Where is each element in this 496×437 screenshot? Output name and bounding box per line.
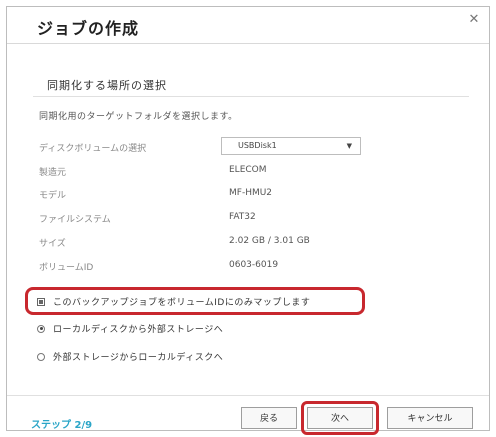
size-row: サイズ 2.02 GB / 3.01 GB bbox=[7, 236, 491, 254]
map-volume-id-checkbox[interactable]: このバックアップジョブをボリュームIDにのみマップします bbox=[37, 295, 310, 308]
size-label: サイズ bbox=[39, 239, 66, 249]
disk-volume-select[interactable]: USBDisk1 ▼ bbox=[221, 137, 361, 155]
chevron-down-icon: ▼ bbox=[346, 142, 352, 150]
create-job-dialog: ジョブの作成 ✕ 同期化する場所の選択 同期化用のターゲットフォルダを選択します… bbox=[6, 6, 491, 435]
radio-selected-icon[interactable] bbox=[37, 324, 45, 333]
dialog-titlebar: ジョブの作成 ✕ bbox=[7, 7, 489, 44]
next-button-highlight bbox=[301, 401, 379, 435]
model-label: モデル bbox=[39, 191, 67, 201]
radio-unselected-icon[interactable] bbox=[37, 352, 45, 361]
volume-id-value: 0603-6019 bbox=[229, 260, 279, 270]
size-value: 2.02 GB / 3.01 GB bbox=[229, 236, 310, 246]
radio2-label: 外部ストレージからローカルディスクへ bbox=[53, 353, 224, 363]
manufacturer-value: ELECOM bbox=[229, 165, 267, 175]
disk-volume-row: ディスクボリュームの選択 USBDisk1 ▼ bbox=[7, 137, 491, 159]
volume-id-row: ボリュームID 0603-6019 bbox=[7, 260, 491, 278]
volume-id-label: ボリュームID bbox=[39, 263, 94, 273]
radio-external-to-local[interactable]: 外部ストレージからローカルディスクへ bbox=[37, 350, 223, 363]
footer-divider bbox=[7, 395, 489, 396]
dialog-title: ジョブの作成 bbox=[37, 19, 140, 38]
back-button[interactable]: 戻る bbox=[241, 407, 297, 429]
filesystem-label: ファイルシステム bbox=[39, 215, 111, 225]
section-divider bbox=[33, 96, 469, 97]
close-icon[interactable]: ✕ bbox=[467, 13, 481, 27]
disk-volume-label: ディスクボリュームの選択 bbox=[39, 144, 147, 154]
step-indicator: ステップ 2/9 bbox=[31, 420, 93, 431]
checkbox-label: このバックアップジョブをボリュームIDにのみマップします bbox=[53, 298, 311, 308]
filesystem-row: ファイルシステム FAT32 bbox=[7, 212, 491, 230]
section-title: 同期化する場所の選択 bbox=[47, 79, 167, 92]
model-row: モデル MF-HMU2 bbox=[7, 188, 491, 206]
manufacturer-row: 製造元 ELECOM bbox=[7, 165, 491, 183]
filesystem-value: FAT32 bbox=[229, 212, 256, 222]
manufacturer-label: 製造元 bbox=[39, 168, 67, 178]
radio-local-to-external[interactable]: ローカルディスクから外部ストレージへ bbox=[37, 322, 223, 335]
model-value: MF-HMU2 bbox=[229, 188, 273, 198]
disk-volume-value: USBDisk1 bbox=[238, 141, 277, 150]
radio1-label: ローカルディスクから外部ストレージへ bbox=[53, 325, 224, 335]
description-text: 同期化用のターゲットフォルダを選択します。 bbox=[39, 112, 238, 122]
cancel-button[interactable]: キャンセル bbox=[387, 407, 473, 429]
checkbox-icon[interactable] bbox=[37, 297, 45, 306]
